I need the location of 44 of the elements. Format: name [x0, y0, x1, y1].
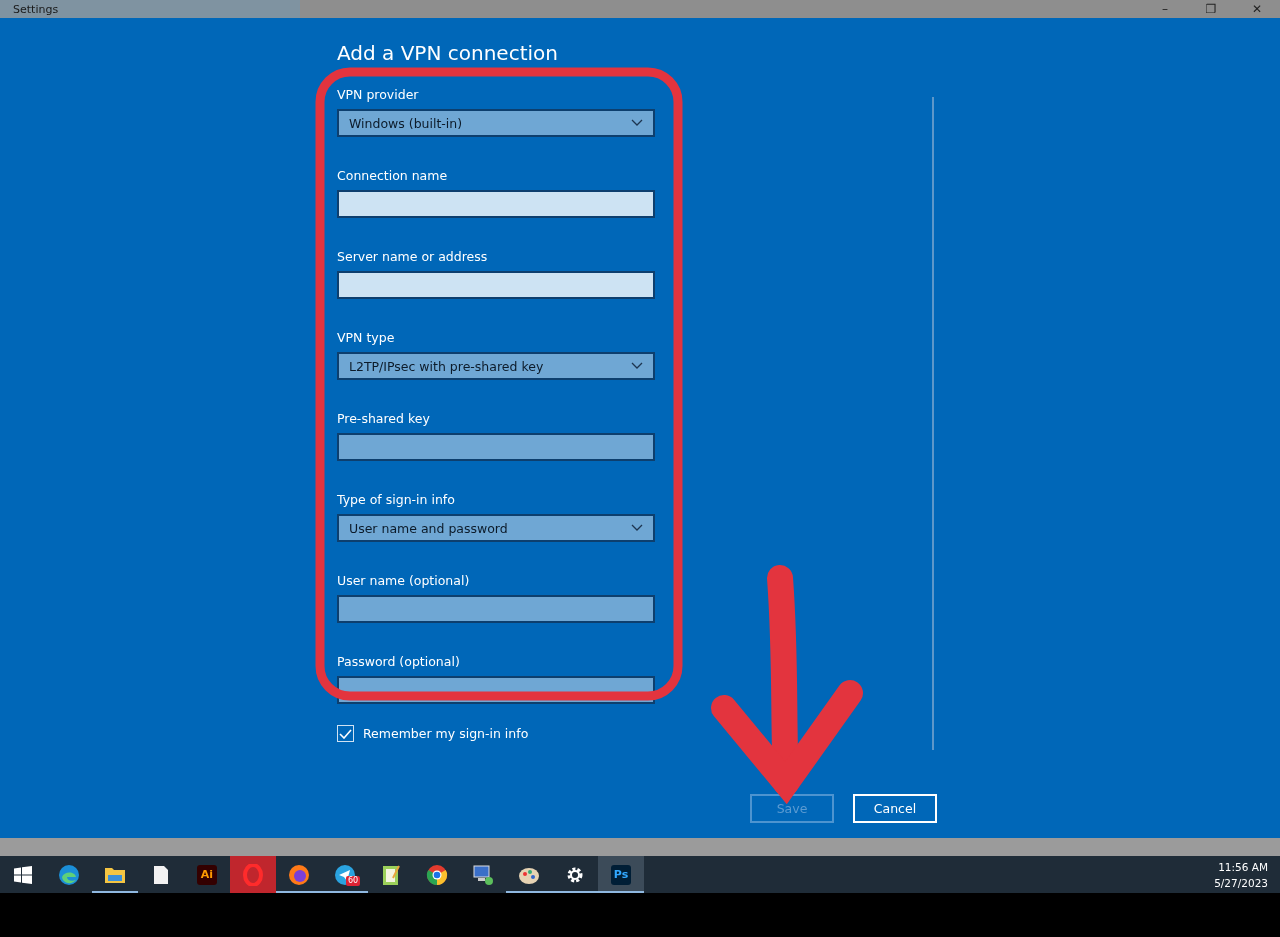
- field-label: VPN provider: [337, 87, 420, 103]
- field-label: Connection name: [337, 168, 449, 184]
- input-field[interactable]: [337, 433, 655, 461]
- taskbar-button[interactable]: 60: [322, 856, 368, 893]
- window-title: Settings: [13, 2, 60, 16]
- browser-icon: [58, 863, 80, 886]
- clock-date: 5/27/2023: [1214, 875, 1268, 891]
- paper-plane-icon: [334, 863, 356, 886]
- dropdown[interactable]: User name and password: [337, 514, 655, 542]
- clock-time: 11:56 AM: [1218, 859, 1268, 875]
- taskbar-button[interactable]: Ai: [184, 856, 230, 893]
- dropdown[interactable]: Windows (built-in): [337, 109, 655, 137]
- fox-icon: [288, 863, 310, 886]
- cancel-button[interactable]: Cancel: [853, 794, 937, 823]
- taskbar-button[interactable]: Ps: [598, 856, 644, 893]
- app-icon: Ps: [611, 864, 631, 885]
- minimize-button[interactable]: –: [1142, 2, 1188, 16]
- field-label: User name (optional): [337, 573, 471, 589]
- field-label: Type of sign-in info: [337, 492, 456, 508]
- field-label: VPN type: [337, 330, 396, 346]
- chevron-down-icon: [631, 524, 643, 532]
- computer-network-icon: [472, 863, 494, 886]
- folder-icon: [104, 865, 126, 884]
- chevron-down-icon: [631, 119, 643, 127]
- close-button[interactable]: ✕: [1234, 2, 1280, 16]
- field-label: Server name or address: [337, 249, 489, 265]
- checkbox-label: Remember my sign-in info: [363, 725, 529, 742]
- windows-icon: [14, 865, 32, 884]
- input-field[interactable]: [337, 190, 655, 218]
- count-badge: 60: [346, 876, 361, 886]
- app-icon: Ai: [197, 864, 217, 885]
- restore-button[interactable]: ❐: [1188, 2, 1234, 16]
- dialog-title: Add a VPN connection: [337, 40, 559, 67]
- chrome-icon: [426, 863, 448, 886]
- input-field[interactable]: [337, 271, 655, 299]
- input-field[interactable]: [337, 595, 655, 623]
- document-icon: [153, 864, 169, 885]
- field-label: Pre-shared key: [337, 411, 431, 427]
- checkbox[interactable]: [337, 725, 354, 742]
- notebook-icon: [381, 863, 401, 886]
- field-label: Password (optional): [337, 654, 461, 670]
- dropdown[interactable]: L2TP/IPsec with pre-shared key: [337, 352, 655, 380]
- chevron-down-icon: [631, 362, 643, 370]
- ring-icon: [243, 863, 263, 886]
